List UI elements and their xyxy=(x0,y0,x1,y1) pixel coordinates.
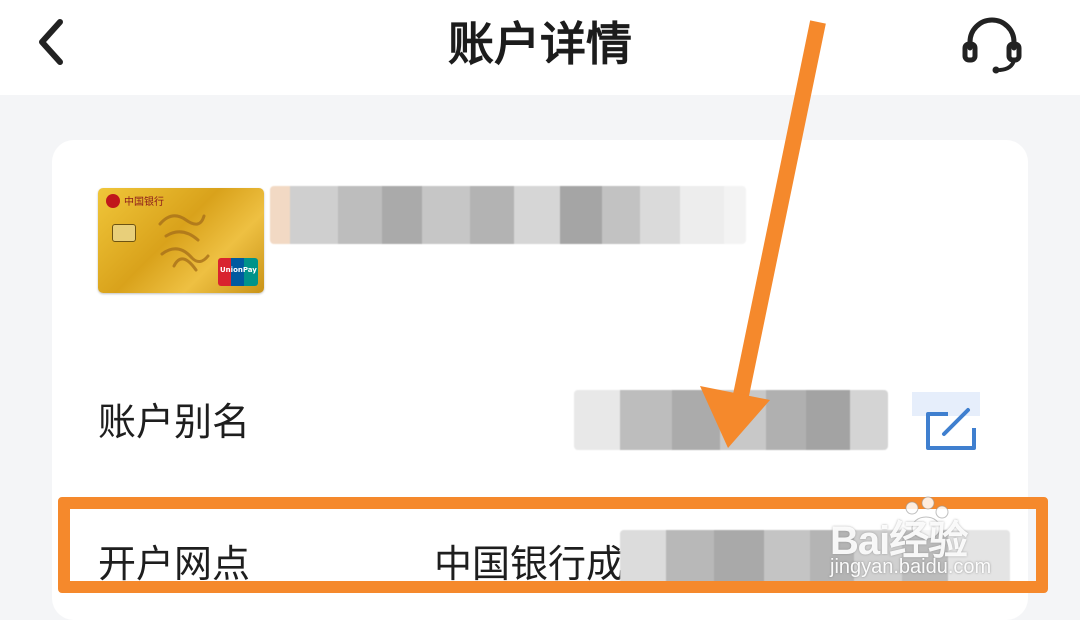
unionpay-logo: UnionPay xyxy=(218,258,258,286)
card-chip-icon xyxy=(112,224,136,242)
masked-account-number xyxy=(270,186,746,244)
card-calligraphy-art xyxy=(158,214,210,272)
bank-logo-icon xyxy=(106,194,120,208)
masked-alias-value xyxy=(574,390,888,450)
alias-label: 账户别名 xyxy=(98,400,251,444)
watermark-site: jingyan.baidu.com xyxy=(830,556,992,578)
headset-icon[interactable] xyxy=(956,14,1028,74)
page-title: 账户详情 xyxy=(448,17,632,71)
edit-alias-icon[interactable] xyxy=(912,392,980,454)
bank-card-image: 中国银行 UnionPay xyxy=(98,188,264,293)
baidu-jingyan-watermark: Bai经验 jingyan.baidu.com xyxy=(828,494,1028,584)
top-bar: 账户详情 xyxy=(0,0,1080,95)
unionpay-logo-text: UnionPay xyxy=(220,266,257,274)
